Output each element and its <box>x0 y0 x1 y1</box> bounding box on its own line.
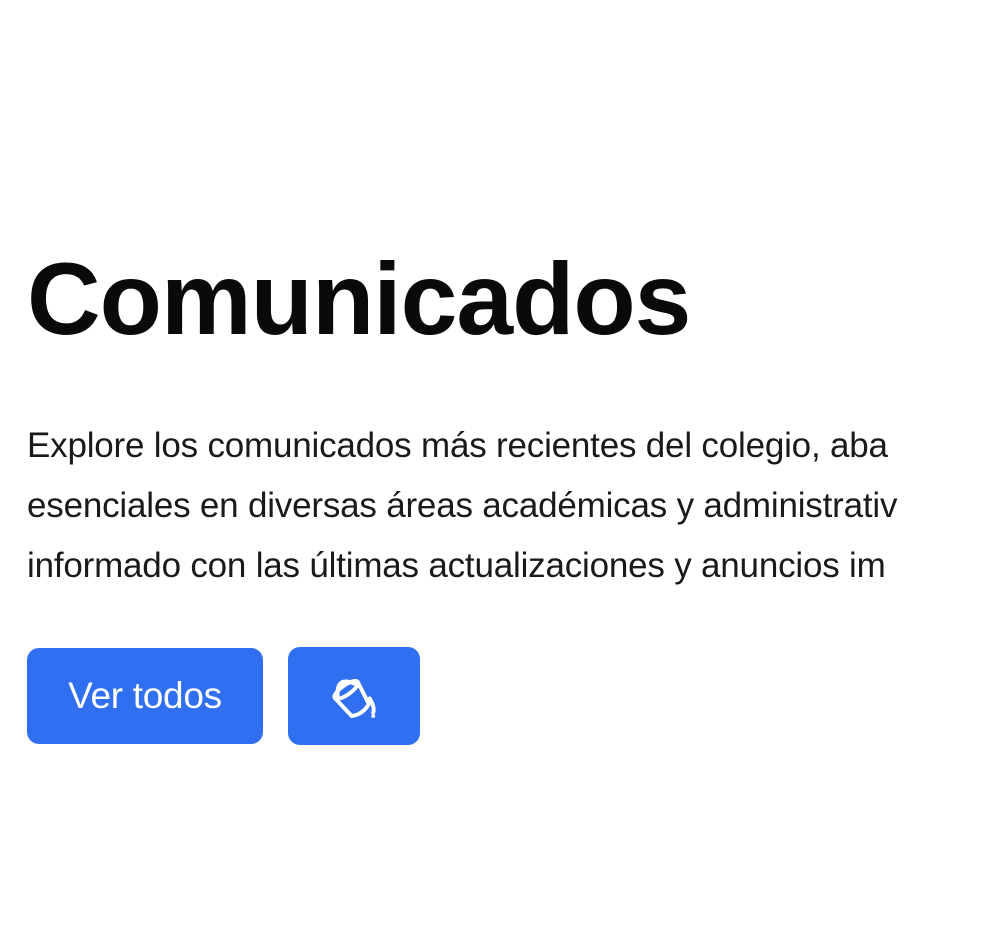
hero-section: Comunicados Explore los comunicados más … <box>27 238 986 596</box>
theme-button[interactable] <box>288 647 420 745</box>
action-bar: Ver todos <box>27 647 420 745</box>
description-line: Explore los comunicados más recientes de… <box>27 426 888 465</box>
description-line: esenciales en diversas áreas académicas … <box>27 486 898 525</box>
view-all-button[interactable]: Ver todos <box>27 648 263 744</box>
page-title: Comunicados <box>27 242 691 356</box>
page-description: Explore los comunicados más recientes de… <box>27 416 986 596</box>
paint-bucket-icon <box>326 667 382 726</box>
description-line: informado con las últimas actualizacione… <box>27 546 886 585</box>
